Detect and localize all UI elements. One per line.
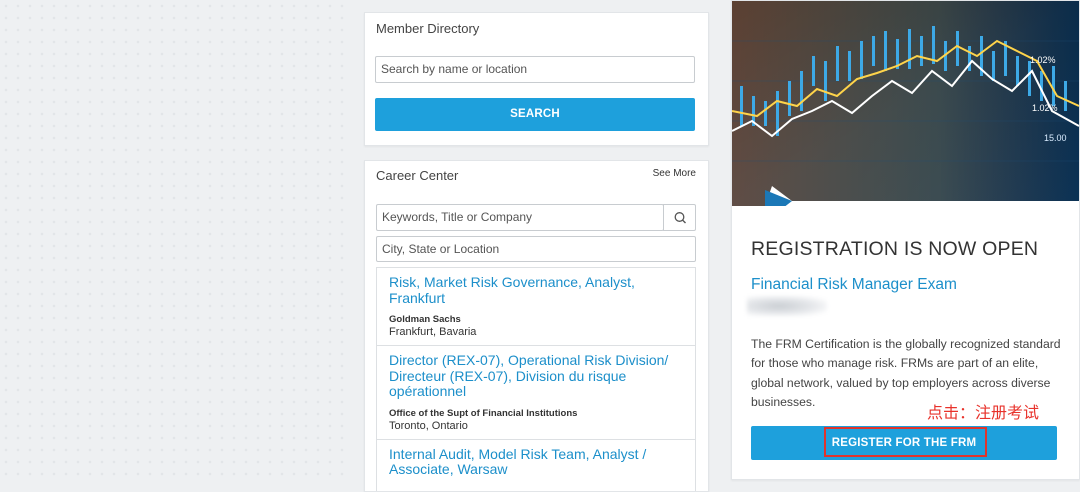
banner-number: 15.00 — [1044, 133, 1067, 143]
job-company: Goldman Sachs — [389, 314, 461, 325]
register-button-label: REGISTER FOR THE FRM — [831, 437, 977, 449]
keywords-input[interactable]: Keywords, Title or Company — [376, 204, 664, 231]
blurred-text — [747, 296, 827, 316]
frm-promo-card: 1.02% 1.02% 15.00 REGISTRATION IS NOW OP… — [731, 0, 1080, 480]
member-directory-title: Member Directory — [376, 21, 480, 36]
see-more-link[interactable]: See More — [653, 168, 696, 179]
job-title-link[interactable]: Risk, Market Risk Governance, Analyst, F… — [389, 274, 683, 306]
career-center-card: Career Center See More Keywords, Title o… — [364, 160, 709, 492]
job-item: Risk, Market Risk Governance, Analyst, F… — [377, 268, 695, 346]
member-directory-card: Member Directory Search by name or locat… — [364, 12, 709, 146]
job-search-button[interactable] — [663, 204, 696, 231]
job-item: Director (REX-07), Operational Risk Divi… — [377, 346, 695, 440]
job-location: Frankfurt, Bavaria — [389, 326, 477, 338]
job-title-link[interactable]: Director (REX-07), Operational Risk Divi… — [389, 352, 683, 400]
job-location: Toronto, Ontario — [389, 419, 468, 432]
member-search-input[interactable]: Search by name or location — [375, 56, 695, 83]
background-pattern — [0, 0, 350, 482]
registration-heading: REGISTRATION IS NOW OPEN — [751, 238, 1039, 260]
job-title-link[interactable]: Internal Audit, Model Risk Team, Analyst… — [389, 446, 683, 478]
job-item: Internal Audit, Model Risk Team, Analyst… — [377, 440, 695, 485]
location-input[interactable]: City, State or Location — [376, 236, 696, 262]
exam-name-link[interactable]: Financial Risk Manager Exam — [751, 276, 957, 294]
career-center-title: Career Center — [376, 168, 459, 183]
search-icon — [674, 212, 686, 224]
member-search-button[interactable]: SEARCH — [375, 98, 695, 131]
job-company: Office of the Supt of Financial Institut… — [389, 407, 578, 419]
banner-number: 1.02% — [1032, 103, 1058, 113]
annotation-text: 点击：注册考试 — [927, 403, 1040, 422]
job-list: Risk, Market Risk Governance, Analyst, F… — [376, 267, 696, 491]
register-frm-button[interactable]: REGISTER FOR THE FRM — [751, 426, 1057, 460]
financial-chart-banner: 1.02% 1.02% 15.00 — [732, 1, 1079, 206]
banner-number: 1.02% — [1030, 55, 1056, 65]
